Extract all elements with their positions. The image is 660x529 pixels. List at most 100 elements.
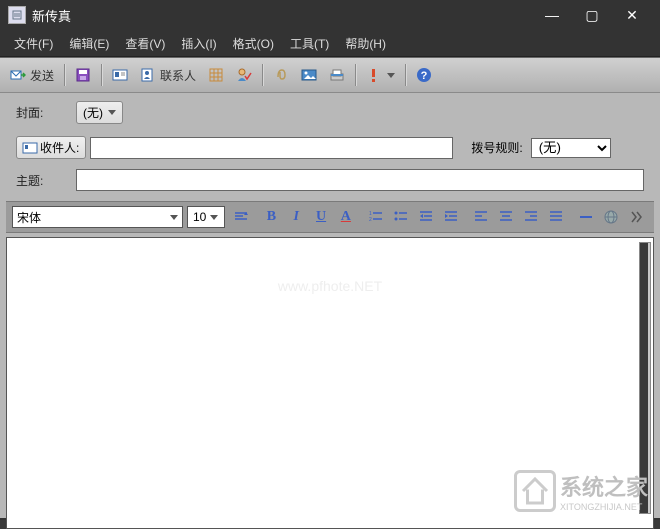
content: 发送 联系人 ? 封面: (无) xyxy=(0,57,660,518)
cover-dropdown[interactable]: (无) xyxy=(76,101,123,124)
align-left-icon xyxy=(473,209,489,225)
address-card-button[interactable] xyxy=(107,63,133,87)
recipient-row: 收件人: 拨号规则: (无) xyxy=(0,132,660,163)
watermark-title: 系统之家 xyxy=(560,470,648,502)
separator xyxy=(405,64,406,86)
grid-icon xyxy=(208,67,224,83)
dial-label: 拨号规则: xyxy=(471,139,522,156)
help-button[interactable]: ? xyxy=(411,63,437,87)
svg-text:2: 2 xyxy=(369,217,372,223)
menu-edit[interactable]: 编辑(E) xyxy=(61,32,117,55)
menubar: 文件(F) 编辑(E) 查看(V) 插入(I) 格式(O) 工具(T) 帮助(H… xyxy=(0,30,660,57)
indent-button[interactable] xyxy=(439,205,462,229)
bullet-list-button[interactable] xyxy=(390,205,413,229)
watermark-text: www.pfhote.NET xyxy=(278,278,382,294)
cover-value: (无) xyxy=(83,104,103,121)
numbered-list-icon: 12 xyxy=(368,209,384,225)
save-icon xyxy=(75,67,91,83)
recipient-label: 收件人: xyxy=(40,139,79,156)
underline-button[interactable]: U xyxy=(310,205,333,229)
italic-icon: I xyxy=(294,209,299,225)
titlebar: 新传真 — ▢ ✕ xyxy=(0,0,660,30)
menu-view[interactable]: 查看(V) xyxy=(117,32,173,55)
format-toolbar: 宋体 10 B I U A 12 xyxy=(6,201,654,233)
expand-button[interactable] xyxy=(624,205,647,229)
font-color-icon: A xyxy=(341,209,351,225)
attach-button[interactable] xyxy=(268,63,294,87)
chevron-down-icon xyxy=(210,215,218,220)
cover-row: 封面: (无) xyxy=(0,93,660,132)
document-icon xyxy=(8,6,26,24)
address-card-icon xyxy=(112,67,128,83)
paperclip-icon xyxy=(273,67,289,83)
subject-label: 主题: xyxy=(16,172,76,189)
dropdown-caret-icon xyxy=(387,73,395,78)
bold-button[interactable]: B xyxy=(260,205,283,229)
help-icon: ? xyxy=(416,67,432,83)
menu-tools[interactable]: 工具(T) xyxy=(282,32,337,55)
numbered-list-button[interactable]: 12 xyxy=(365,205,388,229)
separator xyxy=(262,64,263,86)
align-center-icon xyxy=(498,209,514,225)
maximize-button[interactable]: ▢ xyxy=(572,0,612,30)
minimize-button[interactable]: — xyxy=(532,0,572,30)
window-title: 新传真 xyxy=(32,6,532,25)
scan-button[interactable] xyxy=(324,63,350,87)
menu-format[interactable]: 格式(O) xyxy=(225,32,282,55)
picture-icon xyxy=(301,67,317,83)
separator xyxy=(64,64,65,86)
dial-dropdown[interactable]: (无) xyxy=(531,138,611,158)
calendar-button[interactable] xyxy=(203,63,229,87)
justify-button[interactable] xyxy=(544,205,567,229)
scanner-icon xyxy=(329,67,345,83)
hr-button[interactable] xyxy=(575,205,598,229)
link-button[interactable] xyxy=(599,205,622,229)
close-button[interactable]: ✕ xyxy=(612,0,652,30)
indent-icon xyxy=(443,209,459,225)
watermark-logo: 系统之家 XITONGZHIJIA.NET xyxy=(514,470,648,512)
bold-icon: B xyxy=(267,209,276,225)
subject-row: 主题: xyxy=(0,163,660,201)
window: 新传真 — ▢ ✕ 文件(F) 编辑(E) 查看(V) 插入(I) 格式(O) … xyxy=(0,0,660,520)
underline-icon: U xyxy=(316,209,326,225)
check-person-icon xyxy=(236,67,252,83)
cover-label: 封面: xyxy=(16,104,76,121)
chevron-down-icon xyxy=(108,110,116,115)
font-name: 宋体 xyxy=(17,209,41,226)
menu-help[interactable]: 帮助(H) xyxy=(337,32,394,55)
italic-button[interactable]: I xyxy=(285,205,308,229)
menu-file[interactable]: 文件(F) xyxy=(6,32,61,55)
font-select[interactable]: 宋体 xyxy=(12,206,183,228)
recipient-button[interactable]: 收件人: xyxy=(16,136,86,159)
font-size: 10 xyxy=(193,210,206,224)
outdent-button[interactable] xyxy=(415,205,438,229)
menu-insert[interactable]: 插入(I) xyxy=(173,32,224,55)
justify-icon xyxy=(548,209,564,225)
align-left-button[interactable] xyxy=(470,205,493,229)
align-right-button[interactable] xyxy=(519,205,542,229)
recipient-input[interactable] xyxy=(90,137,453,159)
align-center-button[interactable] xyxy=(495,205,518,229)
align-right-icon xyxy=(523,209,539,225)
paragraph-button[interactable] xyxy=(230,205,253,229)
exclamation-icon xyxy=(366,67,382,83)
picture-button[interactable] xyxy=(296,63,322,87)
send-icon xyxy=(10,67,26,83)
outdent-icon xyxy=(418,209,434,225)
contacts-label: 联系人 xyxy=(160,67,196,84)
size-select[interactable]: 10 xyxy=(187,206,225,228)
send-button[interactable]: 发送 xyxy=(5,63,59,88)
svg-text:?: ? xyxy=(421,70,428,82)
watermark-url: XITONGZHIJIA.NET xyxy=(560,502,648,512)
separator xyxy=(355,64,356,86)
subject-input[interactable] xyxy=(76,169,644,191)
chevron-right-icon xyxy=(628,209,644,225)
globe-link-icon xyxy=(603,209,619,225)
font-color-button[interactable]: A xyxy=(334,205,357,229)
save-button[interactable] xyxy=(70,63,96,87)
send-label: 发送 xyxy=(30,67,54,84)
hr-icon xyxy=(578,209,594,225)
priority-button[interactable] xyxy=(361,63,400,87)
contacts-button[interactable]: 联系人 xyxy=(135,63,201,88)
check-names-button[interactable] xyxy=(231,63,257,87)
